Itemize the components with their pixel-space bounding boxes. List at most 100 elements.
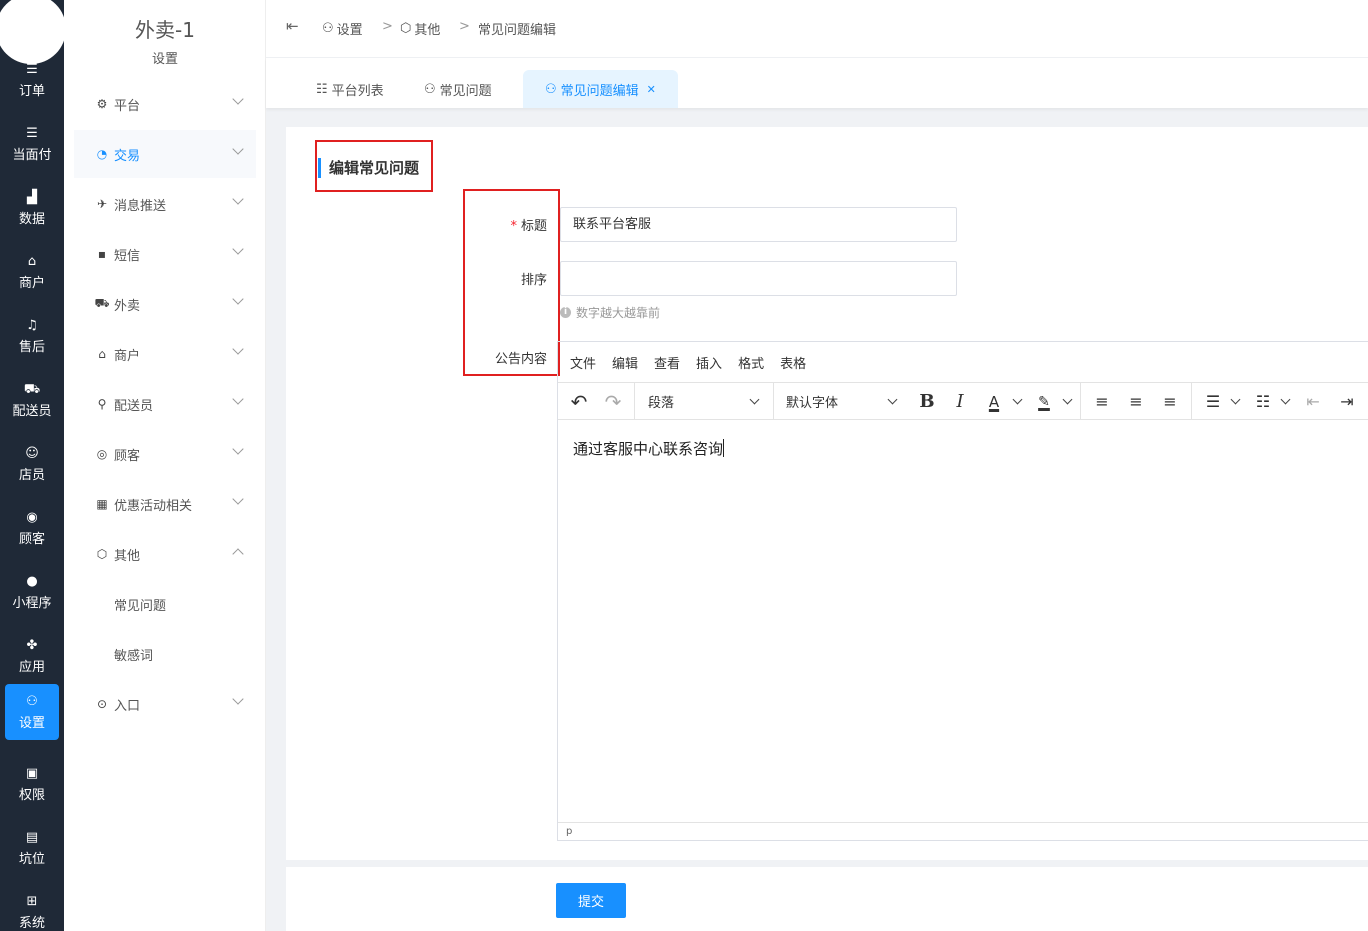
breadcrumb-other[interactable]: ⬡ 其他 bbox=[400, 19, 440, 38]
users-icon: ☺ bbox=[25, 446, 39, 461]
settings-user-icon: ⚇ bbox=[424, 81, 436, 97]
rail-item-slots[interactable]: ▤ 坑位 bbox=[0, 820, 64, 876]
store-icon: ⌂ bbox=[27, 254, 37, 269]
collapse-menu-icon[interactable]: ⇤ bbox=[286, 17, 299, 35]
sidebar-item-sms[interactable]: ▪ 短信 bbox=[74, 230, 256, 278]
sort-input[interactable] bbox=[560, 261, 957, 296]
rail-item-settings[interactable]: ⚇ 设置 bbox=[5, 684, 59, 740]
sort-hint: i 数字越大越靠前 bbox=[560, 304, 660, 321]
align-left-icon[interactable]: ≡ bbox=[1088, 383, 1116, 420]
sidebar-item-customer[interactable]: ◎ 顾客 bbox=[74, 430, 256, 478]
settings-user-icon: ⚇ bbox=[322, 20, 334, 36]
sidebar-item-entry[interactable]: ⊙ 入口 bbox=[74, 680, 256, 728]
chevron-down-icon bbox=[232, 193, 244, 205]
rail-item-orders[interactable]: ☰ 订单 bbox=[0, 52, 64, 108]
wechat-icon: ● bbox=[26, 574, 38, 589]
rail-item-merchant[interactable]: ⌂ 商户 bbox=[0, 244, 64, 300]
menu-format[interactable]: 格式 bbox=[738, 353, 764, 372]
menu-edit[interactable]: 编辑 bbox=[612, 353, 638, 372]
align-center-icon[interactable]: ≡ bbox=[1122, 383, 1150, 420]
chevron-down-icon bbox=[232, 93, 244, 105]
delivery-icon: ⛟ bbox=[23, 382, 41, 397]
redo-icon[interactable]: ↷ bbox=[598, 383, 628, 420]
menu-view[interactable]: 查看 bbox=[654, 353, 680, 372]
chevron-down-icon bbox=[232, 143, 244, 155]
chevron-down-icon bbox=[232, 393, 244, 405]
tab-bar: ☷ 平台列表 ⚇ 常见问题 ⚇ 常见问题编辑 ✕ bbox=[266, 58, 1368, 108]
chevron-down-icon bbox=[232, 293, 244, 305]
highlight-dropdown[interactable] bbox=[1058, 383, 1076, 420]
sidebar-item-other[interactable]: ⬡ 其他 bbox=[74, 530, 256, 578]
editor-statusbar: p bbox=[558, 822, 1368, 840]
chevron-down-icon bbox=[749, 394, 760, 405]
menu-table[interactable]: 表格 bbox=[780, 353, 806, 372]
sidebar-item-faq[interactable]: 常见问题 bbox=[74, 580, 256, 628]
align-right-icon[interactable]: ≡ bbox=[1156, 383, 1184, 420]
rail-item-apps[interactable]: ✤ 应用 bbox=[0, 628, 64, 684]
title-input[interactable]: 联系平台客服 bbox=[560, 207, 957, 242]
text-cursor bbox=[723, 439, 725, 457]
sidebar-item-merchant[interactable]: ⌂ 商户 bbox=[74, 330, 256, 378]
breadcrumb-separator: > bbox=[459, 19, 470, 34]
gift-icon: ▦ bbox=[96, 497, 108, 511]
list-icon: ☰ bbox=[26, 62, 38, 77]
text-color-icon[interactable]: A bbox=[980, 383, 1008, 420]
sidebar-item-courier[interactable]: ⚲ 配送员 bbox=[74, 380, 256, 428]
menu-insert[interactable]: 插入 bbox=[696, 353, 722, 372]
outdent-icon[interactable]: ⇤ bbox=[1299, 383, 1327, 420]
chevron-down-icon bbox=[232, 493, 244, 505]
font-family-select[interactable]: 默认字体 bbox=[786, 383, 904, 420]
sidebar-item-promotions[interactable]: ▦ 优惠活动相关 bbox=[74, 480, 256, 528]
rail-item-customer[interactable]: ◉ 顾客 bbox=[0, 500, 64, 556]
edit-form-card: 编辑常见问题 * 标题 联系平台客服 排序 i 数字越大越靠前 公告内容 文件 编辑… bbox=[286, 127, 1368, 860]
sidebar-item-takeout[interactable]: ⛟ 外卖 bbox=[74, 280, 256, 328]
scooter-icon: ⛟ bbox=[94, 296, 110, 310]
chevron-down-icon bbox=[1012, 394, 1022, 405]
sidebar-item-sensitive-words[interactable]: 敏感词 bbox=[74, 630, 256, 678]
rail-item-system[interactable]: ⊞ 系统 bbox=[0, 884, 64, 931]
menu-file[interactable]: 文件 bbox=[570, 353, 596, 372]
text-color-dropdown[interactable] bbox=[1008, 383, 1026, 420]
chevron-up-icon bbox=[232, 548, 244, 560]
hexagon-icon: ⬡ bbox=[96, 547, 108, 561]
block-format-select[interactable]: 段落 bbox=[648, 383, 766, 420]
form-footer: 提交 bbox=[286, 867, 1368, 931]
bullet-list-dropdown[interactable] bbox=[1227, 383, 1243, 420]
title-label: * 标题 bbox=[510, 219, 547, 234]
numbered-list-dropdown[interactable] bbox=[1277, 383, 1293, 420]
tab-platform-list[interactable]: ☷ 平台列表 bbox=[316, 70, 384, 108]
lock-icon: ▣ bbox=[25, 766, 39, 781]
sidebar-item-push[interactable]: ✈ 消息推送 bbox=[74, 180, 256, 228]
sidebar-item-platform[interactable]: ⚙ 平台 bbox=[74, 80, 256, 128]
message-icon: ▪ bbox=[97, 247, 107, 261]
settings-user-icon: ⚇ bbox=[545, 81, 557, 97]
rail-item-face-pay[interactable]: ☰ 当面付 bbox=[0, 116, 64, 172]
rail-item-data[interactable]: ▟ 数据 bbox=[0, 180, 64, 236]
rail-item-after-sales[interactable]: ♫ 售后 bbox=[0, 308, 64, 364]
compass-icon: ⊙ bbox=[96, 697, 108, 711]
indent-icon[interactable]: ⇥ bbox=[1333, 383, 1361, 420]
annotation-box bbox=[315, 140, 433, 192]
tab-faq[interactable]: ⚇ 常见问题 bbox=[424, 70, 492, 108]
tab-faq-edit[interactable]: ⚇ 常见问题编辑 ✕ bbox=[523, 70, 678, 108]
numbered-list-icon[interactable]: ☷ bbox=[1249, 383, 1277, 420]
rail-item-clerk[interactable]: ☺ 店员 bbox=[0, 436, 64, 492]
breadcrumb-settings[interactable]: ⚇ 设置 bbox=[322, 19, 363, 38]
sidebar-item-trade[interactable]: ◔ 交易 bbox=[74, 130, 256, 178]
editor-content[interactable]: 通过客服中心联系咨询 bbox=[558, 422, 1368, 823]
rail-item-permissions[interactable]: ▣ 权限 bbox=[0, 756, 64, 812]
highlight-icon[interactable]: ✎ bbox=[1030, 383, 1058, 420]
bullet-list-icon[interactable]: ☰ bbox=[1199, 383, 1227, 420]
settings-sidebar: 外卖-1 设置 ⚙ 平台 ◔ 交易 ✈ 消息推送 ▪ 短信 ⛟ 外卖 ⌂ 商户 ⚲ 配送员 ◎… bbox=[64, 0, 266, 931]
store-icon: ⌂ bbox=[98, 347, 106, 361]
submit-button[interactable]: 提交 bbox=[556, 883, 626, 918]
chevron-down-icon bbox=[887, 394, 898, 405]
toolbar-divider bbox=[1080, 383, 1081, 420]
undo-icon[interactable]: ↶ bbox=[564, 383, 594, 420]
bold-icon[interactable]: B bbox=[913, 383, 941, 420]
breadcrumb-separator: > bbox=[382, 19, 393, 34]
italic-icon[interactable]: I bbox=[946, 383, 974, 420]
rail-item-courier[interactable]: ⛟ 配送员 bbox=[0, 372, 64, 428]
close-icon[interactable]: ✕ bbox=[647, 83, 656, 96]
rail-item-miniapp[interactable]: ● 小程序 bbox=[0, 564, 64, 620]
